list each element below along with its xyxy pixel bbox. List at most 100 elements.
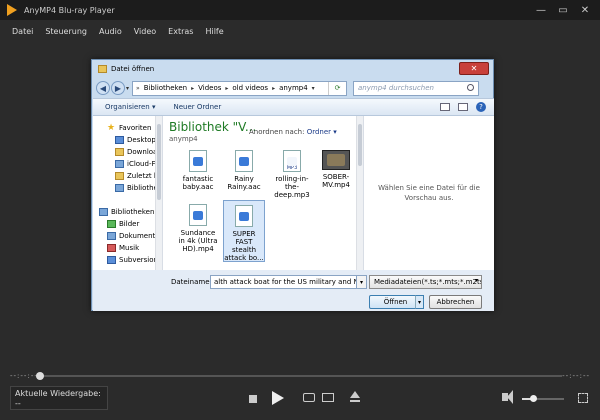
breadcrumb-old-videos[interactable]: old videos (232, 84, 268, 92)
nav-recent[interactable]: Zuletzt besuc (107, 170, 162, 182)
chevron-down-icon: ▾ (474, 277, 478, 284)
preview-pane: Wählen Sie eine Datei für die Vorschau a… (363, 116, 494, 270)
menu-hilfe[interactable]: Hilfe (205, 27, 223, 36)
dialog-close-button[interactable]: ✕ (459, 62, 489, 75)
fullscreen-icon[interactable] (578, 393, 588, 403)
title-bar: AnyMP4 Blu-ray Player — ▭ ✕ (0, 0, 600, 20)
file-list-scrollbar-thumb[interactable] (358, 124, 362, 166)
nav-scrollbar-thumb[interactable] (157, 124, 161, 200)
library-subtitle: anymp4 (169, 135, 198, 143)
snapshot-icon[interactable] (303, 393, 315, 402)
nav-pictures[interactable]: Bilder (107, 218, 162, 230)
nav-music[interactable]: Musik (107, 242, 162, 254)
menu-audio[interactable]: Audio (99, 27, 122, 36)
volume-handle[interactable] (529, 395, 537, 402)
address-row: ◀ ▶ ▾ » Bibliotheken ▸ Videos ▸ old vide… (92, 78, 493, 98)
forward-button[interactable]: ▶ (111, 81, 125, 95)
toolbar-right: ? (432, 102, 486, 112)
file-item[interactable]: Rainy Rainy.aac (223, 150, 265, 191)
dialog-title: Datei öffnen (111, 65, 155, 73)
window-controls: — ▭ ✕ (530, 0, 596, 20)
volume-icon-cone (507, 390, 513, 404)
video-file-icon (322, 150, 350, 170)
folder-icon (98, 65, 107, 73)
chevron-right-icon: » (136, 84, 140, 92)
breadcrumb-videos[interactable]: Videos (198, 84, 221, 92)
file-item[interactable]: rolling-in-the-deep.mp3 (271, 150, 313, 199)
filetype-select[interactable]: Mediadateien(*.ts;*.mts;*.m2ts; ▾ (369, 275, 482, 289)
menu-bar: Datei Steuerung Audio Video Extras Hilfe (0, 20, 600, 42)
star-icon: ★ (107, 123, 116, 133)
filename-label: Dateiname: (171, 278, 212, 286)
nav-icloud[interactable]: iCloud-Fotos (107, 158, 162, 170)
breadcrumb-anymp4[interactable]: anymp4 (279, 84, 308, 92)
nav-libraries-fav[interactable]: Bibliotheken (107, 182, 162, 194)
downloads-icon (115, 148, 124, 156)
search-input[interactable]: anymp4 durchsuchen (353, 80, 480, 96)
new-folder-button[interactable]: Neuer Ordner (173, 103, 221, 111)
dialog-footer: Dateiname: alth attack boat for the US m… (93, 270, 494, 311)
cancel-button[interactable]: Abbrechen (429, 295, 482, 309)
restore-button[interactable]: ▭ (552, 0, 574, 20)
nav-subversion[interactable]: Subversion (107, 254, 162, 266)
mp3-file-icon (283, 150, 301, 172)
file-list-scrollbar[interactable] (356, 116, 363, 270)
dialog-toolbar: Organisieren ▾ Neuer Ordner ? (93, 98, 494, 116)
address-bar[interactable]: » Bibliotheken ▸ Videos ▸ old videos ▸ a… (132, 80, 348, 96)
file-item[interactable]: Sundance in 4k (Ultra HD).mp4 (177, 204, 219, 253)
filename-dropdown-icon[interactable]: ▾ (357, 275, 367, 289)
chevron-down-icon[interactable]: ▾ (312, 85, 315, 92)
nav-libraries[interactable]: Bibliotheken (99, 206, 162, 218)
file-item-selected[interactable]: SUPER FAST stealth attack bo... (223, 200, 265, 262)
nav-desktop[interactable]: Desktop (107, 134, 162, 146)
minimize-button[interactable]: — (530, 0, 552, 20)
search-placeholder: anymp4 durchsuchen (358, 84, 434, 92)
breadcrumb-bibliotheken[interactable]: Bibliotheken (144, 84, 187, 92)
nav-scrollbar[interactable] (155, 116, 162, 270)
stop-icon[interactable] (249, 395, 257, 403)
file-item[interactable]: SOBER-MV.mp4 (315, 150, 357, 189)
back-button[interactable]: ◀ (96, 81, 110, 95)
eject-icon[interactable] (350, 391, 360, 398)
nav-documents[interactable]: Dokumente (107, 230, 162, 242)
menu-extras[interactable]: Extras (168, 27, 193, 36)
progress-handle[interactable] (36, 372, 44, 380)
filename-input[interactable]: alth attack boat for the US military and… (210, 275, 357, 289)
dialog-title-bar: Datei öffnen ✕ (92, 60, 493, 78)
subversion-icon (107, 256, 116, 264)
recent-places-icon (115, 172, 124, 180)
pictures-icon (107, 220, 116, 228)
library-title: Bibliothek "V... (169, 120, 257, 134)
menu-datei[interactable]: Datei (12, 27, 33, 36)
refresh-icon[interactable]: ⟳ (328, 81, 346, 95)
view-mode-icon[interactable] (440, 103, 450, 111)
nav-downloads[interactable]: Downloads (107, 146, 162, 158)
app-title: AnyMP4 Blu-ray Player (24, 5, 115, 15)
libraries-icon (99, 208, 108, 216)
preview-text: Wählen Sie eine Datei für die Vorschau a… (378, 184, 480, 202)
open-file-dialog: Datei öffnen ✕ ◀ ▶ ▾ » Bibliotheken ▸ Vi… (91, 59, 494, 311)
video-file-icon (189, 204, 207, 226)
documents-icon (107, 232, 116, 240)
navigation-pane: ★Favoriten Desktop Downloads iCloud-Foto… (93, 116, 163, 270)
music-icon (107, 244, 116, 252)
close-button[interactable]: ✕ (574, 0, 596, 20)
history-dropdown-icon[interactable]: ▾ (126, 85, 129, 92)
help-icon[interactable]: ? (476, 102, 486, 112)
preview-pane-icon[interactable] (458, 103, 468, 111)
app-logo-icon (6, 4, 18, 16)
menu-steuerung[interactable]: Steuerung (45, 27, 87, 36)
play-icon[interactable] (272, 391, 284, 405)
eject-bar (350, 400, 360, 402)
organize-button[interactable]: Organisieren ▾ (105, 103, 155, 111)
search-icon (467, 83, 475, 91)
file-item[interactable]: fantastic baby.aac (177, 150, 219, 191)
libraries-icon (115, 184, 124, 192)
nav-favorites[interactable]: ★ Favoriten (107, 122, 162, 134)
menu-video[interactable]: Video (134, 27, 156, 36)
open-folder-icon[interactable] (322, 393, 334, 402)
desktop-icon (115, 136, 124, 144)
arrange-by[interactable]: Anordnen nach: Ordner ▾ (249, 128, 337, 136)
progress-track[interactable] (40, 375, 562, 377)
open-options-dropdown-icon[interactable]: ▾ (415, 295, 424, 309)
